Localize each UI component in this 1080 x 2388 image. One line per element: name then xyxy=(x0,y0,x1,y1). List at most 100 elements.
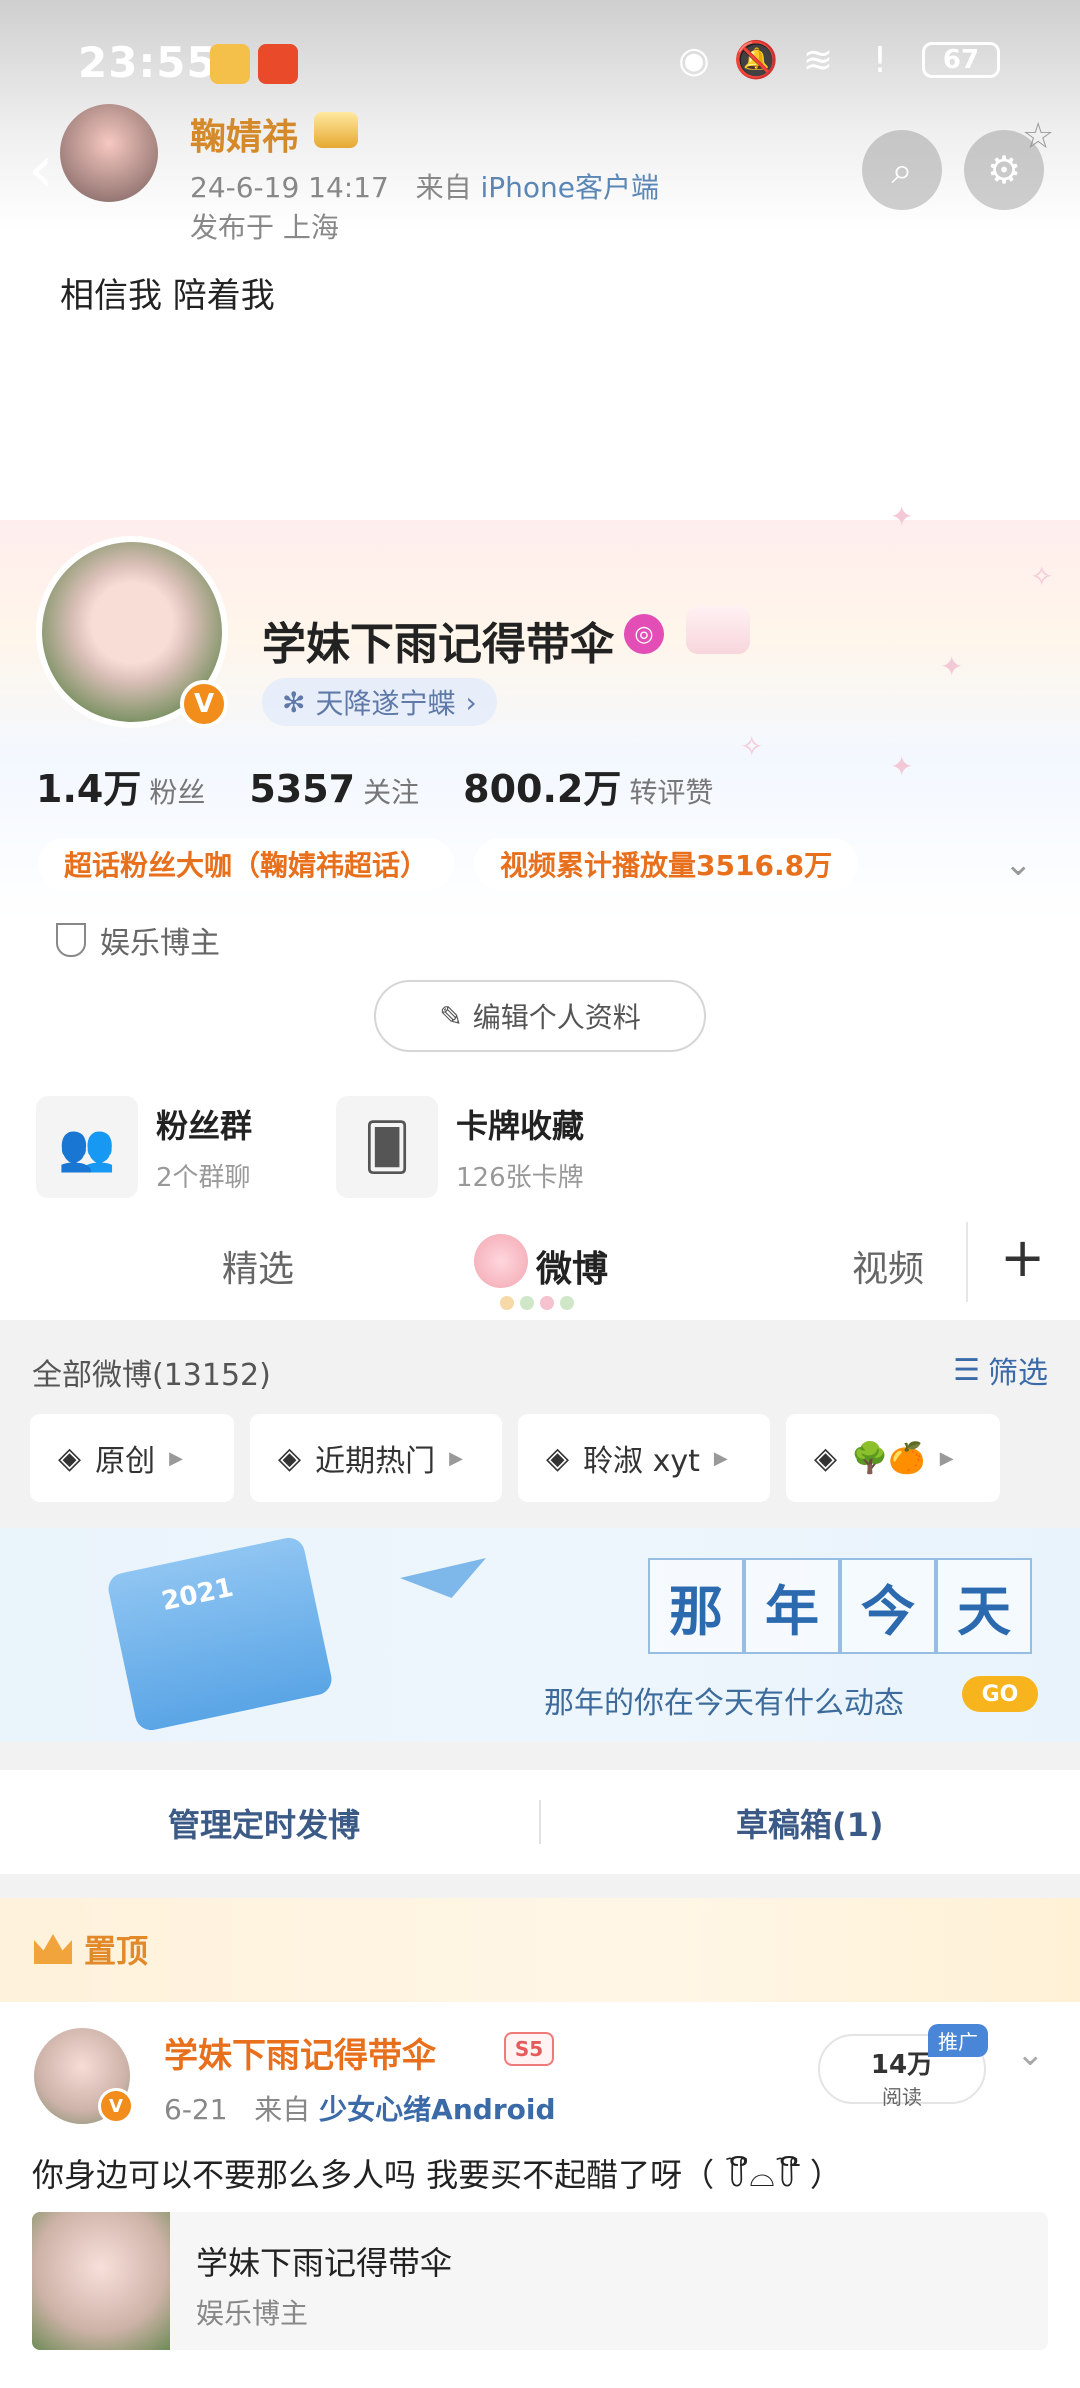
stat-likes[interactable]: 800.2万 转评赞 xyxy=(463,758,713,813)
snowflake-icon: ✻ xyxy=(282,685,306,719)
stat-fans[interactable]: 1.4万 粉丝 xyxy=(36,758,205,813)
layers-icon: ◈ xyxy=(546,1440,570,1476)
profile-tags: 超话粉丝大咖（鞠婧祎超话） 视频累计播放量3516.8万 xyxy=(38,838,859,890)
caret-right-icon: ▶ xyxy=(713,1447,728,1469)
chip-custom-2[interactable]: ◈ 🌳🍊 ▶ xyxy=(786,1414,1000,1502)
title-chip[interactable]: ✻ 天降遂宁蝶 › xyxy=(262,678,497,726)
pinned-label: 置顶 xyxy=(34,1926,148,1972)
tab-featured[interactable]: 精选 xyxy=(222,1240,294,1292)
stat-likes-label: 转评赞 xyxy=(629,776,714,809)
stat-fans-num: 1.4万 xyxy=(36,767,142,811)
stat-likes-num: 800.2万 xyxy=(463,767,622,811)
alert-icon: ! xyxy=(872,39,888,81)
pinned-from-prefix: 来自 xyxy=(254,2093,311,2126)
chevron-down-icon[interactable]: ⌄ xyxy=(1016,2034,1045,2074)
link-card-subtitle: 娱乐博主 xyxy=(196,2297,309,2330)
weibo-category-chips: ◈ 原创 ▶ ◈ 近期热门 ▶ ◈ 聆淑 xyt ▶ ◈ 🌳🍊 ▶ xyxy=(30,1414,1000,1502)
search-button[interactable]: ⌕ xyxy=(862,130,942,210)
card-collection-entry[interactable]: 🂠 卡牌收藏 126张卡牌 xyxy=(336,1096,584,1198)
crown-badge-icon xyxy=(314,112,358,148)
sparkle-icon: ✧ xyxy=(740,730,764,763)
chip-custom-1[interactable]: ◈ 聆淑 xyt ▶ xyxy=(518,1414,770,1502)
sparkle-icon: ✦ xyxy=(890,500,914,533)
tab-weibo[interactable]: 微博 xyxy=(536,1240,608,1292)
level-badge: S5 xyxy=(504,2032,554,2066)
mute-icon: 🔕 xyxy=(733,40,779,81)
star-icon[interactable]: ☆ xyxy=(1022,116,1054,157)
search-icon: ⌕ xyxy=(891,147,913,192)
fans-group-subtitle: 2个群聊 xyxy=(156,1162,251,1193)
pinned-link-card[interactable]: 学妹下雨记得带伞 娱乐博主 xyxy=(32,2212,1048,2350)
profile-stats: 1.4万 粉丝 5357 关注 800.2万 转评赞 xyxy=(36,758,713,813)
banner-title-char: 那 xyxy=(648,1558,744,1654)
drafts-button[interactable]: 草稿箱(1) xyxy=(736,1800,884,1846)
pinned-author-name[interactable]: 学妹下雨记得带伞 xyxy=(164,2028,436,2077)
edit-profile-button[interactable]: ✎ 编辑个人资料 xyxy=(374,980,706,1052)
pinned-header: 置顶 xyxy=(0,1898,1080,2002)
profile-tag-video-plays[interactable]: 视频累计播放量3516.8万 xyxy=(474,838,859,890)
verified-badge-icon: V xyxy=(180,680,228,728)
stat-following-label: 关注 xyxy=(363,776,420,809)
layers-icon: ◈ xyxy=(278,1440,302,1476)
post-source[interactable]: iPhone客户端 xyxy=(481,171,660,204)
post-from-prefix: 来自 xyxy=(415,171,472,204)
chip-label: 原创 xyxy=(95,1444,156,1479)
add-tab-icon[interactable]: + xyxy=(1000,1226,1045,1289)
post-author-name[interactable]: 鞠婧祎 xyxy=(190,108,298,160)
edit-profile-label: 编辑个人资料 xyxy=(472,1001,641,1034)
pinned-post[interactable]: 置顶 V 学妹下雨记得带伞 S5 6-21 来自 少女心绪Android 14万… xyxy=(0,1898,1080,2388)
caret-right-icon: ▶ xyxy=(939,1447,954,1469)
stat-following-num: 5357 xyxy=(249,767,356,811)
filter-button[interactable]: ☰ 筛选 xyxy=(953,1348,1048,1392)
post-author-avatar[interactable] xyxy=(60,104,158,202)
sparkle-icon: ✧ xyxy=(1030,560,1054,593)
link-card-title: 学妹下雨记得带伞 xyxy=(196,2244,453,2282)
wifi-icon: ≋ xyxy=(802,39,834,81)
pinned-text: 你身边可以不要那么多人吗 我要买不起醋了呀（ ꒦ິ⌓꒦ີ ） xyxy=(32,2156,842,2194)
pinned-device[interactable]: 少女心绪Android xyxy=(319,2093,555,2126)
stat-following[interactable]: 5357 关注 xyxy=(249,767,419,811)
weibo-app-icon xyxy=(210,44,250,84)
member-tag-icon[interactable]: ◎ xyxy=(624,614,664,654)
users-icon: 👥 xyxy=(36,1096,138,1198)
post-location: 发布于 上海 xyxy=(190,211,339,244)
pinned-date: 6-21 xyxy=(164,2093,228,2126)
scheduled-posts-button[interactable]: 管理定时发博 xyxy=(168,1800,360,1846)
manage-bar: 管理定时发博 草稿箱(1) xyxy=(0,1770,1080,1874)
profile-role-label: 娱乐博主 xyxy=(100,926,220,961)
card-collection-subtitle: 126张卡牌 xyxy=(456,1162,584,1193)
chevron-right-icon: › xyxy=(465,685,477,719)
tab-video[interactable]: 视频 xyxy=(852,1240,924,1292)
notification-app-icon xyxy=(258,44,298,84)
post-time: 24-6-19 14:17 xyxy=(190,171,389,204)
fans-group-entry[interactable]: 👥 粉丝群 2个群聊 xyxy=(36,1096,252,1198)
promote-tag[interactable]: 推广 xyxy=(928,2024,988,2057)
status-icons: ◉ 🔕 ≋ ! 67 xyxy=(674,39,1000,81)
manage-divider xyxy=(539,1800,541,1844)
on-this-day-banner[interactable]: 2021 那 年 今 天 那年的你在今天有什么动态 GO xyxy=(0,1528,1080,1742)
tab-weibo-icon xyxy=(474,1234,528,1288)
profile-tag-supertopic[interactable]: 超话粉丝大咖（鞠婧祎超话） xyxy=(38,838,455,890)
link-card-thumbnail xyxy=(32,2212,170,2350)
banner-subtitle: 那年的你在今天有什么动态 xyxy=(544,1686,904,1721)
chip-recent-hot[interactable]: ◈ 近期热门 ▶ xyxy=(250,1414,502,1502)
chip-label: 近期热门 xyxy=(315,1444,436,1479)
go-button[interactable]: GO xyxy=(962,1676,1038,1712)
chip-original[interactable]: ◈ 原创 ▶ xyxy=(30,1414,234,1502)
banner-title: 那 年 今 天 xyxy=(648,1558,1032,1654)
pinned-label-text: 置顶 xyxy=(84,1932,149,1970)
caret-right-icon: ▶ xyxy=(449,1447,463,1469)
eye-icon: ◉ xyxy=(678,39,710,81)
post-meta: 24-6-19 14:17 来自 iPhone客户端 xyxy=(190,166,659,206)
chip-label: 🌳🍊 xyxy=(851,1440,926,1476)
pencil-icon: ✎ xyxy=(439,999,463,1033)
chevron-down-icon[interactable]: ⌄ xyxy=(1004,844,1033,884)
card-collection-title: 卡牌收藏 xyxy=(456,1106,585,1145)
caret-right-icon: ▶ xyxy=(169,1447,183,1469)
banner-title-char: 年 xyxy=(744,1558,840,1654)
post-text: 相信我 陪着我 xyxy=(60,276,275,316)
profile-nickname: 学妹下雨记得带伞 xyxy=(262,619,614,670)
all-weibo-count: 全部微博(13152) xyxy=(32,1358,271,1393)
calendar-year: 2021 xyxy=(159,1572,237,1618)
status-time: 23:55 xyxy=(78,38,217,87)
